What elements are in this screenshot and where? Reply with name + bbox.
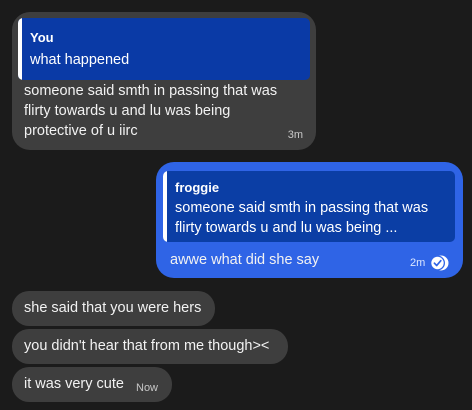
quoted-reply[interactable]: You what happened bbox=[18, 18, 310, 80]
quote-text-line: someone said smth in passing that was bbox=[175, 200, 429, 216]
quote-bar bbox=[163, 171, 167, 242]
message-bubble-outgoing[interactable]: froggie someone said smth in passing tha… bbox=[156, 162, 463, 278]
message-text-line: someone said smth in passing that was bbox=[24, 83, 278, 99]
message-bubble-incoming[interactable]: You what happened someone said smth in p… bbox=[12, 12, 316, 150]
quote-text: what happened bbox=[30, 52, 130, 68]
quote-author: You bbox=[30, 30, 54, 45]
message-bubble-incoming[interactable]: you didn't hear that from me though>< bbox=[12, 329, 288, 364]
message-text: she said that you were hers bbox=[24, 300, 202, 316]
quoted-reply[interactable]: froggie someone said smth in passing tha… bbox=[163, 171, 455, 242]
message-timestamp: 2m bbox=[410, 257, 426, 269]
quote-text-line: flirty towards u and lu was being ... bbox=[175, 220, 398, 236]
message-bubble-incoming[interactable]: she said that you were hers bbox=[12, 291, 215, 326]
message-text: it was very cute bbox=[24, 376, 124, 392]
message-text: you didn't hear that from me though>< bbox=[24, 338, 270, 354]
message-text: awwe what did she say bbox=[170, 252, 320, 268]
message-bubble-incoming[interactable]: it was very cute Now bbox=[12, 367, 172, 402]
quote-author: froggie bbox=[175, 180, 220, 195]
read-check-icon bbox=[430, 254, 449, 272]
message-text-line: protective of u iirc bbox=[24, 123, 138, 139]
message-text-line: flirty towards u and lu was being bbox=[24, 103, 231, 119]
message-timestamp: 3m bbox=[287, 129, 303, 141]
quote-bar bbox=[18, 18, 22, 80]
message-timestamp: Now bbox=[136, 382, 159, 394]
